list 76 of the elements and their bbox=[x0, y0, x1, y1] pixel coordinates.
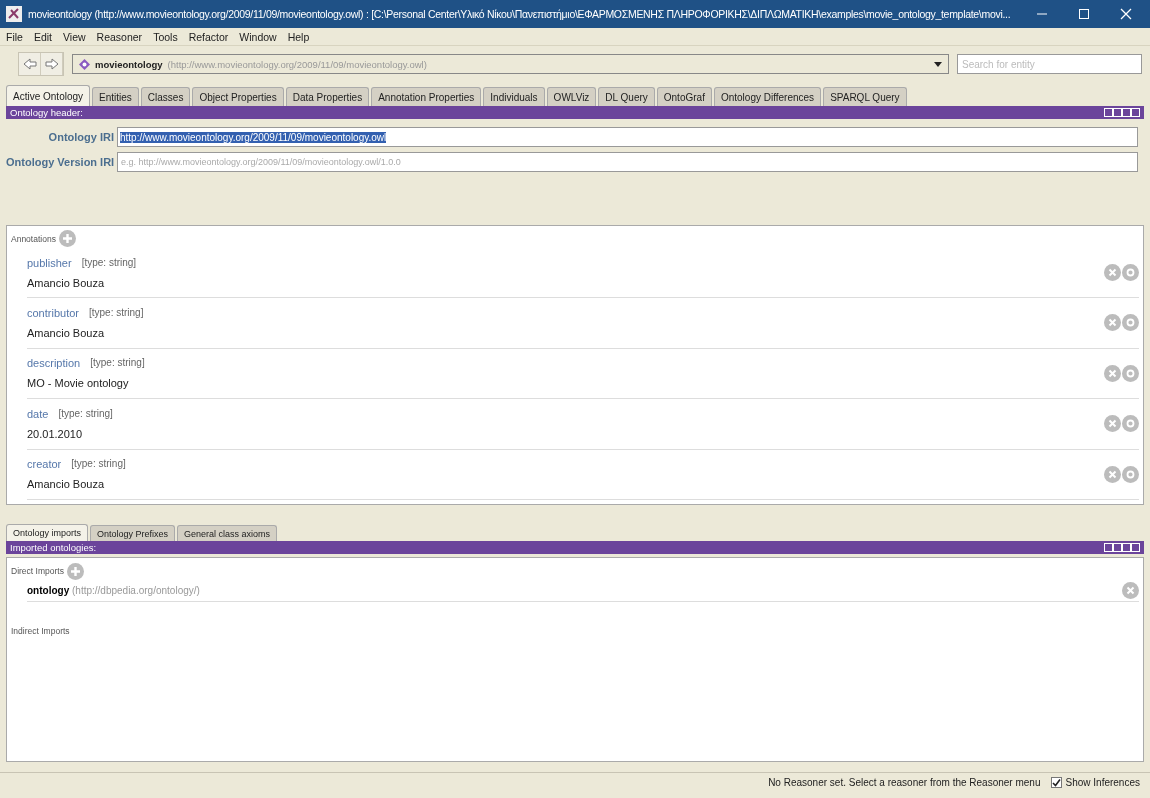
status-message: No Reasoner set. Select a reasoner from the Reasoner menu bbox=[768, 777, 1041, 788]
tab[interactable]: Data Properties bbox=[285, 87, 370, 106]
search-field[interactable]: Search for entity bbox=[957, 54, 1142, 74]
property-name[interactable]: creator bbox=[27, 458, 62, 471]
options-icon[interactable] bbox=[1122, 264, 1139, 281]
tab[interactable]: Ontology Prefixes bbox=[90, 525, 176, 541]
type-label: [type: string] bbox=[81, 256, 137, 269]
show-inferences-checkbox[interactable]: Show Inferences bbox=[1050, 777, 1140, 788]
window-title: movieontology (http://www.movieontology.org/2009/11/09/movieontology.owl) : [C:\Personal Center\Υλικό Νίκου\Πανεπιστήμιο\ΕΦΑΡΜΟΣΜΕΝΗΣ ΠΛΗΡΟΦΟΡΙΚΗΣ\ΔΙΠΛΩΜΑΤΙΚΗ\examples\movie_ontology_template\movi... bbox=[28, 8, 1012, 20]
annotation-value: Amancio Bouza bbox=[27, 478, 106, 491]
menu-item[interactable]: Window bbox=[239, 30, 277, 43]
import-entry[interactable]: ontology (http://dbpedia.org/ontology/) bbox=[27, 585, 200, 596]
menu-item[interactable]: View bbox=[63, 30, 86, 43]
section-label: Annotations bbox=[11, 233, 56, 244]
tab[interactable]: Ontology Differences bbox=[713, 87, 822, 106]
add-icon[interactable] bbox=[58, 230, 76, 248]
add-icon[interactable] bbox=[66, 562, 84, 580]
tab[interactable]: DL Query bbox=[598, 87, 655, 106]
tab[interactable]: OntoGraf bbox=[656, 87, 712, 106]
options-icon[interactable] bbox=[1122, 364, 1139, 382]
property-name[interactable]: publisher bbox=[27, 256, 72, 269]
delete-icon[interactable] bbox=[1104, 465, 1121, 483]
iri-field[interactable]: http://www.movieontology.org/2009/11/09/movieontology.owl bbox=[117, 127, 1138, 147]
tab[interactable]: General class axioms bbox=[177, 525, 278, 541]
tab[interactable]: Ontology imports bbox=[6, 524, 89, 541]
close-icon bbox=[1120, 8, 1132, 20]
tab[interactable]: Entities bbox=[92, 87, 139, 106]
type-label: [type: string] bbox=[71, 458, 126, 471]
property-name[interactable]: contributor bbox=[27, 306, 79, 319]
tab[interactable]: Active Ontology bbox=[6, 85, 91, 106]
options-icon[interactable] bbox=[1122, 415, 1139, 433]
section-title: Imported ontologies: bbox=[10, 542, 97, 553]
version-iri-field[interactable]: e.g. http://www.movieontology.org/2009/11/09/movieontology.owl/1.0.0 bbox=[117, 152, 1138, 172]
tab[interactable]: Classes bbox=[140, 87, 191, 106]
property-name[interactable]: description bbox=[27, 357, 81, 370]
menu-item[interactable]: File bbox=[6, 30, 23, 43]
maximize-icon bbox=[1078, 8, 1090, 20]
view-controls-icon[interactable] bbox=[1104, 543, 1140, 552]
menu-item[interactable]: Refactor bbox=[188, 30, 229, 43]
menu-item[interactable]: Reasoner bbox=[96, 30, 143, 43]
options-icon[interactable] bbox=[1122, 465, 1139, 483]
type-label: [type: string] bbox=[89, 306, 144, 319]
delete-icon[interactable] bbox=[1122, 582, 1139, 599]
tab[interactable]: SPARQL Query bbox=[823, 87, 907, 106]
type-label: [type: string] bbox=[90, 357, 145, 370]
annotation-value: 20.01.2010 bbox=[27, 427, 84, 440]
delete-icon[interactable] bbox=[1104, 264, 1121, 281]
right-arrow-icon bbox=[44, 58, 59, 70]
view-controls-icon[interactable] bbox=[1104, 108, 1140, 117]
delete-icon[interactable] bbox=[1104, 314, 1121, 332]
ontology-selector[interactable]: movieontology (http://www.movieontology.org/2009/11/09/movieontology.owl) bbox=[72, 54, 949, 74]
checkmark-icon bbox=[1051, 778, 1061, 787]
menu-item[interactable]: Help bbox=[287, 30, 310, 43]
tab[interactable]: Annotation Properties bbox=[371, 87, 482, 106]
field-label: Ontology Version IRI bbox=[6, 156, 114, 168]
property-name[interactable]: date bbox=[27, 407, 49, 420]
menu-item[interactable]: Edit bbox=[33, 30, 52, 43]
field-label: Ontology IRI bbox=[47, 131, 114, 143]
annotation-value: MO - Movie ontology bbox=[27, 377, 130, 390]
tab[interactable]: Object Properties bbox=[192, 87, 284, 106]
dropdown-caret-icon bbox=[934, 61, 942, 67]
left-arrow-icon bbox=[22, 58, 37, 70]
delete-icon[interactable] bbox=[1104, 364, 1121, 382]
options-icon[interactable] bbox=[1122, 314, 1139, 332]
section-label: Indirect Imports bbox=[11, 626, 71, 636]
tab[interactable]: OWLViz bbox=[546, 87, 597, 106]
section-title: Ontology header: bbox=[10, 107, 83, 118]
delete-icon[interactable] bbox=[1104, 415, 1121, 433]
section-label: Direct Imports bbox=[11, 566, 64, 576]
menu-item[interactable]: Tools bbox=[153, 30, 178, 43]
type-label: [type: string] bbox=[58, 407, 113, 420]
app-logo-icon bbox=[6, 6, 22, 22]
diamond-icon bbox=[79, 58, 90, 70]
tab[interactable]: Individuals bbox=[483, 87, 545, 106]
annotation-value: Amancio Bouza bbox=[27, 326, 106, 339]
annotation-value: Amancio Bouza bbox=[27, 276, 106, 289]
